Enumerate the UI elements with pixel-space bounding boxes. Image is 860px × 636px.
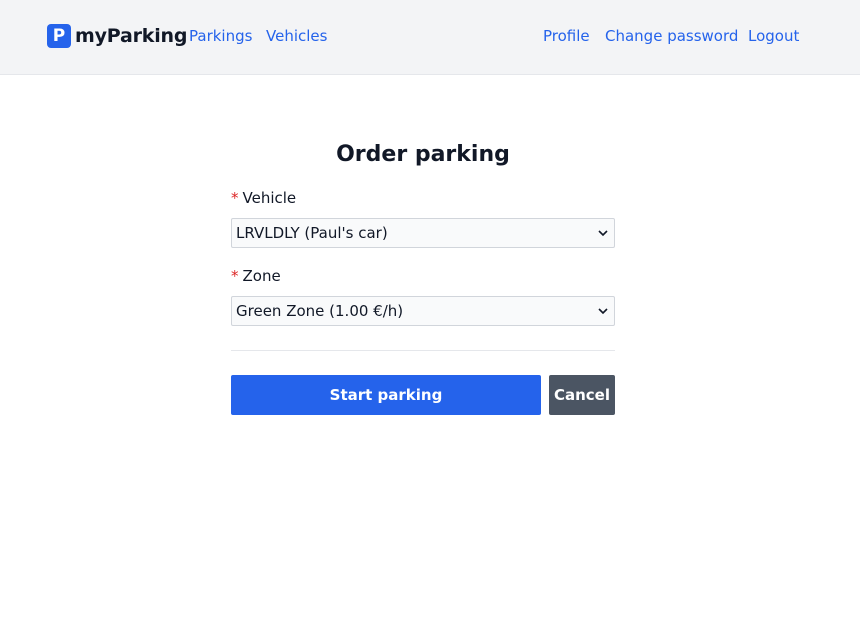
- required-marker: *: [231, 267, 239, 285]
- nav-link-change-password[interactable]: Change password: [605, 26, 738, 46]
- parking-logo-icon: P: [47, 24, 71, 48]
- required-marker: *: [231, 189, 239, 207]
- nav-link-parkings[interactable]: Parkings: [189, 26, 252, 46]
- cancel-button[interactable]: Cancel: [549, 375, 615, 415]
- zone-label-text: Zone: [242, 267, 281, 285]
- chevron-down-icon: [598, 230, 608, 237]
- zone-select[interactable]: Green Zone (1.00 €/h): [231, 296, 615, 326]
- chevron-down-icon: [598, 308, 608, 315]
- zone-label: * Zone: [231, 266, 281, 286]
- navbar: P myParking Parkings Vehicles Profile Ch…: [0, 0, 860, 75]
- vehicle-label: * Vehicle: [231, 188, 296, 208]
- start-parking-button[interactable]: Start parking: [231, 375, 541, 415]
- form-divider: [231, 350, 615, 351]
- zone-select-value: Green Zone (1.00 €/h): [236, 302, 404, 320]
- page-title: Order parking: [336, 142, 510, 167]
- vehicle-select-value: LRVLDLY (Paul's car): [236, 224, 388, 242]
- brand-name: myParking: [75, 25, 188, 47]
- vehicle-label-text: Vehicle: [242, 189, 297, 207]
- nav-link-profile[interactable]: Profile: [543, 26, 590, 46]
- nav-link-vehicles[interactable]: Vehicles: [266, 26, 327, 46]
- vehicle-select[interactable]: LRVLDLY (Paul's car): [231, 218, 615, 248]
- brand-logo[interactable]: P myParking: [47, 24, 187, 48]
- nav-link-logout[interactable]: Logout: [748, 26, 799, 46]
